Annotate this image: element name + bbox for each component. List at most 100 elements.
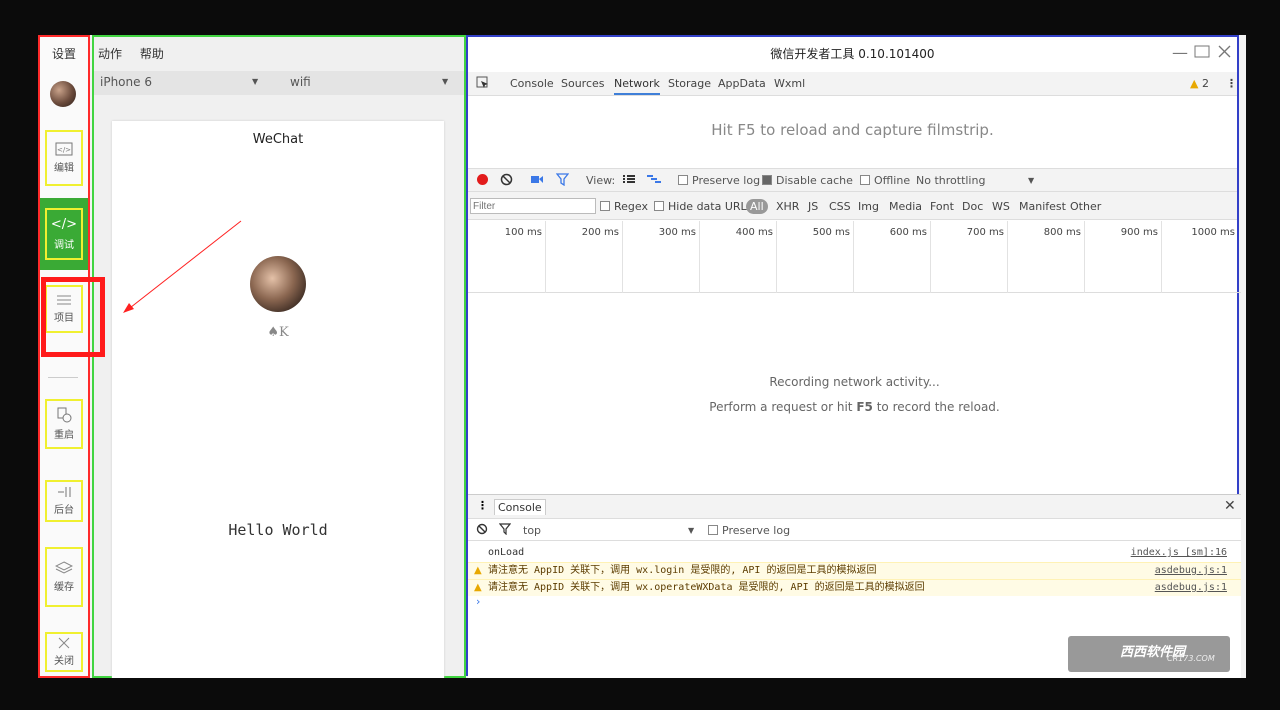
type-filter-font[interactable]: Font	[930, 200, 954, 213]
minimize-icon[interactable]: —	[1172, 43, 1188, 62]
debug-button[interactable]: </> 调试	[45, 208, 83, 260]
watermark-subtext: CR173.COM	[1167, 654, 1215, 663]
simulator-toolbar: iPhone 6 ▼ wifi ▼	[94, 71, 464, 95]
timeline-tick: 600 ms	[853, 221, 930, 293]
type-filter-js[interactable]: JS	[808, 200, 818, 213]
menu-item-actions[interactable]: 动作	[98, 47, 122, 61]
maximize-icon[interactable]	[1194, 45, 1210, 58]
warning-icon: ▲	[474, 582, 482, 593]
console-prompt[interactable]: ›	[476, 595, 480, 608]
close-icon	[58, 637, 70, 649]
network-controls: View: Preserve log Disable cache Offline…	[468, 168, 1237, 192]
chevron-down-icon[interactable]: ▼	[252, 77, 258, 86]
console-filter-icon[interactable]	[499, 523, 511, 535]
filter-input[interactable]	[470, 198, 596, 214]
type-filter-img[interactable]: Img	[858, 200, 879, 213]
timeline-tick: 200 ms	[545, 221, 622, 293]
tab-console[interactable]: Console	[510, 77, 554, 90]
camera-icon[interactable]	[530, 173, 544, 185]
record-icon[interactable]	[476, 173, 489, 186]
cache-button[interactable]: 缓存	[45, 547, 83, 607]
timeline-tick: 800 ms	[1007, 221, 1084, 293]
menu-item-help[interactable]: 帮助	[140, 47, 164, 61]
timeline-tick: 900 ms	[1084, 221, 1161, 293]
chevron-down-icon[interactable]: ▼	[442, 77, 448, 86]
hide-data-urls-checkbox[interactable]: Hide data URLs	[654, 200, 752, 213]
type-filter-xhr[interactable]: XHR	[776, 200, 799, 213]
throttling-select[interactable]: No throttling	[916, 174, 985, 187]
inspect-icon[interactable]	[476, 76, 489, 89]
close-window-icon[interactable]	[1218, 45, 1231, 58]
close-drawer-icon[interactable]: ✕	[1224, 498, 1236, 514]
devtools-panel: 微信开发者工具 0.10.101400 — Console Sources Ne…	[466, 35, 1241, 678]
drawer-menu-icon[interactable]: ⋮	[477, 499, 488, 512]
annotation-arrow	[123, 220, 242, 313]
timeline-tick: 100 ms	[504, 227, 542, 238]
simulator-panel: 动作 帮助 iPhone 6 ▼ wifi ▼ WeChat ♠K Hello …	[92, 35, 466, 678]
app-window: 设置 </> 编辑 </> 调试 项目 重启 后台 缓存 关闭 动作 帮助 iP…	[38, 35, 1246, 678]
timeline-tick: 400 ms	[699, 221, 776, 293]
type-filter-ws[interactable]: WS	[992, 200, 1010, 213]
context-select[interactable]: top	[523, 524, 541, 537]
tab-wxml[interactable]: Wxml	[774, 77, 805, 90]
view-label: View:	[586, 174, 616, 187]
type-filter-media[interactable]: Media	[889, 200, 922, 213]
log-source-link[interactable]: asdebug.js:1	[1155, 563, 1227, 579]
tab-network[interactable]: Network	[614, 77, 660, 95]
device-select[interactable]: iPhone 6	[100, 75, 152, 89]
filter-icon[interactable]	[556, 173, 569, 186]
sidebar-divider	[48, 377, 78, 378]
close-label: 关闭	[54, 656, 74, 667]
offline-checkbox[interactable]: Offline	[860, 174, 910, 187]
filmstrip-hint: Hit F5 to reload and capture filmstrip.	[711, 121, 994, 139]
tab-sources[interactable]: Sources	[561, 77, 605, 90]
hide-data-urls-label: Hide data URLs	[668, 200, 753, 213]
settings-link[interactable]: 设置	[40, 45, 88, 62]
window-title: 微信开发者工具 0.10.101400	[770, 47, 935, 61]
drawer-tab-console[interactable]: Console	[494, 499, 546, 515]
background-icon	[56, 486, 72, 498]
simulator-menu: 动作 帮助	[98, 45, 178, 62]
user-nickname: ♠K	[267, 325, 289, 340]
highlight-box	[41, 277, 105, 357]
console-warning-row: ▲ 请注意无 AppID 关联下，调用 wx.login 是受限的, API 的…	[468, 562, 1241, 579]
chevron-down-icon[interactable]: ▼	[688, 526, 694, 535]
layers-icon	[55, 561, 73, 575]
warning-count[interactable]: 2	[1202, 77, 1209, 90]
debug-label: 调试	[54, 240, 74, 251]
preserve-log-checkbox[interactable]: Preserve log	[678, 174, 760, 187]
restart-button[interactable]: 重启	[45, 399, 83, 449]
background-button[interactable]: 后台	[45, 480, 83, 522]
clear-console-icon[interactable]	[476, 523, 488, 535]
disable-cache-checkbox[interactable]: Disable cache	[762, 174, 853, 187]
preserve-log-label: Preserve log	[692, 174, 761, 187]
edit-button[interactable]: </> 编辑	[45, 130, 83, 186]
type-filter-all[interactable]: All	[746, 199, 768, 214]
network-select[interactable]: wifi	[290, 75, 311, 89]
type-filter-other[interactable]: Other	[1070, 200, 1101, 213]
type-filter-manifest[interactable]: Manifest	[1019, 200, 1066, 213]
warning-icon[interactable]: ▲	[1190, 77, 1198, 90]
avatar[interactable]	[50, 81, 76, 107]
more-menu-icon[interactable]: ⋮	[1226, 77, 1237, 90]
restart-label: 重启	[54, 430, 74, 441]
list-view-icon[interactable]	[622, 173, 636, 185]
regex-checkbox[interactable]: Regex	[600, 200, 648, 213]
regex-label: Regex	[614, 200, 648, 213]
close-sim-button[interactable]: 关闭	[45, 632, 83, 672]
waterfall-view-icon[interactable]	[646, 173, 662, 185]
chevron-down-icon[interactable]: ▼	[1028, 176, 1034, 185]
recording-status: Recording network activity...	[769, 375, 940, 389]
type-filter-css[interactable]: CSS	[829, 200, 851, 213]
disable-cache-label: Disable cache	[776, 174, 853, 187]
tab-appdata[interactable]: AppData	[718, 77, 766, 90]
devtools-tabbar: Console Sources Network Storage AppData …	[468, 72, 1237, 96]
network-timeline: 100 ms 200 ms 300 ms 400 ms 500 ms 600 m…	[468, 221, 1241, 293]
timeline-tick: 500 ms	[776, 221, 853, 293]
console-preserve-log-checkbox[interactable]: Preserve log	[708, 524, 790, 537]
log-source-link[interactable]: index.js [sm]:16	[1131, 545, 1227, 561]
clear-icon[interactable]	[500, 173, 513, 186]
type-filter-doc[interactable]: Doc	[962, 200, 983, 213]
tab-storage[interactable]: Storage	[668, 77, 711, 90]
log-source-link[interactable]: asdebug.js:1	[1155, 580, 1227, 596]
